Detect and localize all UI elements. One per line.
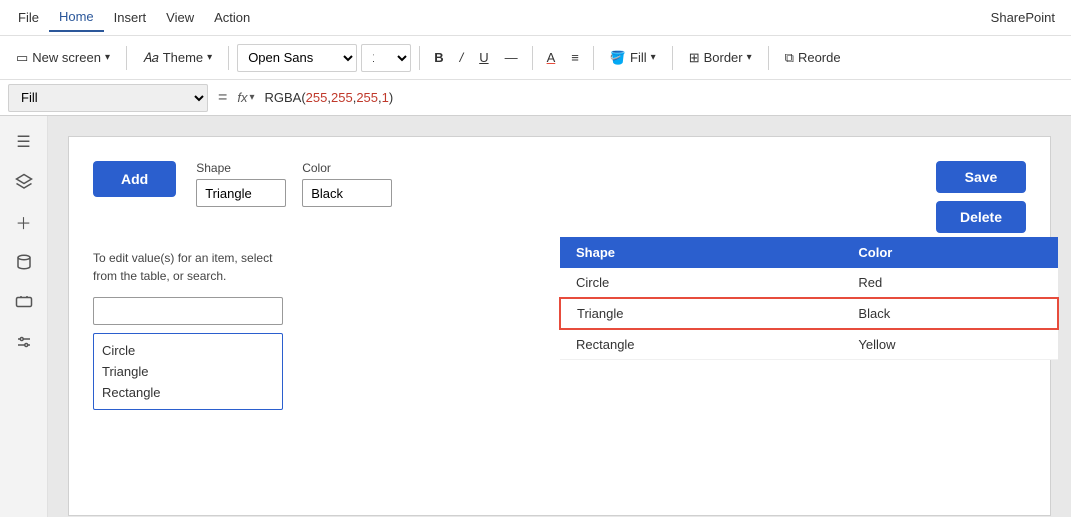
sidebar-plus-icon[interactable]: ＋ <box>6 204 42 240</box>
separator-5 <box>593 46 594 70</box>
shape-input[interactable] <box>196 179 286 207</box>
separator-7 <box>768 46 769 70</box>
table-cell-shape: Circle <box>560 268 842 298</box>
table-cell-color: Red <box>842 268 1058 298</box>
hint-text: To edit value(s) for an item, select fro… <box>93 249 293 285</box>
bold-button[interactable]: B <box>428 47 449 68</box>
table-header-color: Color <box>842 237 1058 268</box>
underline-button[interactable]: U <box>473 47 494 68</box>
search-input[interactable] <box>93 297 283 325</box>
border-chevron-icon: ▾ <box>747 52 752 63</box>
data-table: Shape Color Circle Red Triangle Black <box>559 237 1059 360</box>
save-delete-section: Save Delete <box>936 161 1026 233</box>
menu-action[interactable]: Action <box>204 4 260 31</box>
main-layout: ☰ ＋ <box>0 116 1071 517</box>
menu-home[interactable]: Home <box>49 3 104 32</box>
separator-3 <box>419 46 420 70</box>
rgba-g: 255 <box>331 90 353 105</box>
border-icon: ⊞ <box>689 50 700 66</box>
new-screen-label: New screen <box>32 50 101 65</box>
table-header-row: Shape Color <box>560 237 1058 268</box>
save-button[interactable]: Save <box>936 161 1026 193</box>
sidebar-cylinder-icon[interactable] <box>6 244 42 280</box>
strikethrough-button[interactable]: — <box>499 47 524 68</box>
menu-view[interactable]: View <box>156 4 204 31</box>
align-button[interactable]: ≡ <box>565 47 585 68</box>
theme-chevron-icon: ▾ <box>207 52 212 63</box>
menu-bar: File Home Insert View Action SharePoint <box>0 0 1071 36</box>
color-field-group: Color <box>302 161 392 207</box>
new-screen-chevron-icon: ▾ <box>105 52 110 63</box>
fill-button[interactable]: 🪣 Fill ▾ <box>602 46 664 70</box>
font-color-button[interactable]: A <box>541 47 562 68</box>
reorder-icon: ⧉ <box>785 50 794 66</box>
menu-file[interactable]: File <box>8 4 49 31</box>
color-label: Color <box>302 161 392 175</box>
shape-color-section: Shape Color <box>196 161 392 207</box>
new-screen-button[interactable]: ▭ New screen ▾ <box>8 46 118 70</box>
add-button[interactable]: Add <box>93 161 176 197</box>
separator-2 <box>228 46 229 70</box>
app-canvas: Add Shape Color Save Delete <box>68 136 1051 516</box>
app-title: SharePoint <box>991 10 1063 25</box>
table-row[interactable]: Triangle Black <box>560 298 1058 329</box>
fill-chevron-icon: ▾ <box>651 52 656 63</box>
list-box: Circle Triangle Rectangle <box>93 333 283 410</box>
reorder-label: Reorde <box>798 50 841 65</box>
formula-fx: fx ▾ <box>237 90 254 105</box>
rgba-b: 255 <box>356 90 378 105</box>
table-row[interactable]: Rectangle Yellow <box>560 329 1058 360</box>
italic-button[interactable]: / <box>454 47 470 68</box>
rgba-r: 255 <box>306 90 328 105</box>
separator-4 <box>532 46 533 70</box>
menu-insert[interactable]: Insert <box>104 4 157 31</box>
rgba-label: RGBA( <box>265 90 306 105</box>
app-top-row: Add Shape Color Save Delete <box>93 161 1026 233</box>
delete-button[interactable]: Delete <box>936 201 1026 233</box>
sidebar-settings-icon[interactable] <box>6 324 42 360</box>
sidebar-layers-icon[interactable] <box>6 164 42 200</box>
table-cell-color: Yellow <box>842 329 1058 360</box>
table-row[interactable]: Circle Red <box>560 268 1058 298</box>
sidebar-hamburger-icon[interactable]: ☰ <box>6 124 42 160</box>
table-header-shape: Shape <box>560 237 842 268</box>
theme-label: Theme <box>163 50 203 65</box>
separator-6 <box>672 46 673 70</box>
canvas-area: Add Shape Color Save Delete <box>48 116 1071 517</box>
formula-field-select[interactable]: Fill <box>8 84 208 112</box>
reorder-button[interactable]: ⧉ Reorde <box>777 46 849 70</box>
font-family-select[interactable]: Open Sans <box>237 44 357 72</box>
color-input[interactable] <box>302 179 392 207</box>
new-screen-icon: ▭ <box>16 50 28 66</box>
list-item-circle[interactable]: Circle <box>102 340 274 361</box>
formula-expression: RGBA(255, 255, 255, 1) <box>261 90 1064 105</box>
font-size-select[interactable]: 13 <box>361 44 411 72</box>
table-cell-color: Black <box>842 298 1058 329</box>
border-label: Border <box>704 50 743 65</box>
list-item-rectangle[interactable]: Rectangle <box>102 382 274 403</box>
font-color-label: A <box>547 50 556 65</box>
sidebar-media-icon[interactable] <box>6 284 42 320</box>
theme-button[interactable]: 𝐴𝑎 Theme ▾ <box>135 46 220 70</box>
formula-eq: = <box>214 89 231 107</box>
shape-label: Shape <box>196 161 286 175</box>
table-cell-shape: Rectangle <box>560 329 842 360</box>
table-cell-shape: Triangle <box>560 298 842 329</box>
chevron-icon: ▾ <box>249 92 254 103</box>
border-button[interactable]: ⊞ Border ▾ <box>681 46 760 70</box>
toolbar: ▭ New screen ▾ 𝐴𝑎 Theme ▾ Open Sans 13 B… <box>0 36 1071 80</box>
left-sidebar: ☰ ＋ <box>0 116 48 517</box>
fill-label: Fill <box>630 50 647 65</box>
theme-icon: 𝐴𝑎 <box>143 50 159 66</box>
formula-bar: Fill = fx ▾ RGBA(255, 255, 255, 1) <box>0 80 1071 116</box>
rgba-a: 1 <box>382 90 389 105</box>
table-section: Shape Color Circle Red Triangle Black <box>559 237 1059 360</box>
shape-field-group: Shape <box>196 161 286 207</box>
list-item-triangle[interactable]: Triangle <box>102 361 274 382</box>
fill-icon: 🪣 <box>610 50 626 66</box>
separator-1 <box>126 46 127 70</box>
fx-label: fx <box>237 90 247 105</box>
